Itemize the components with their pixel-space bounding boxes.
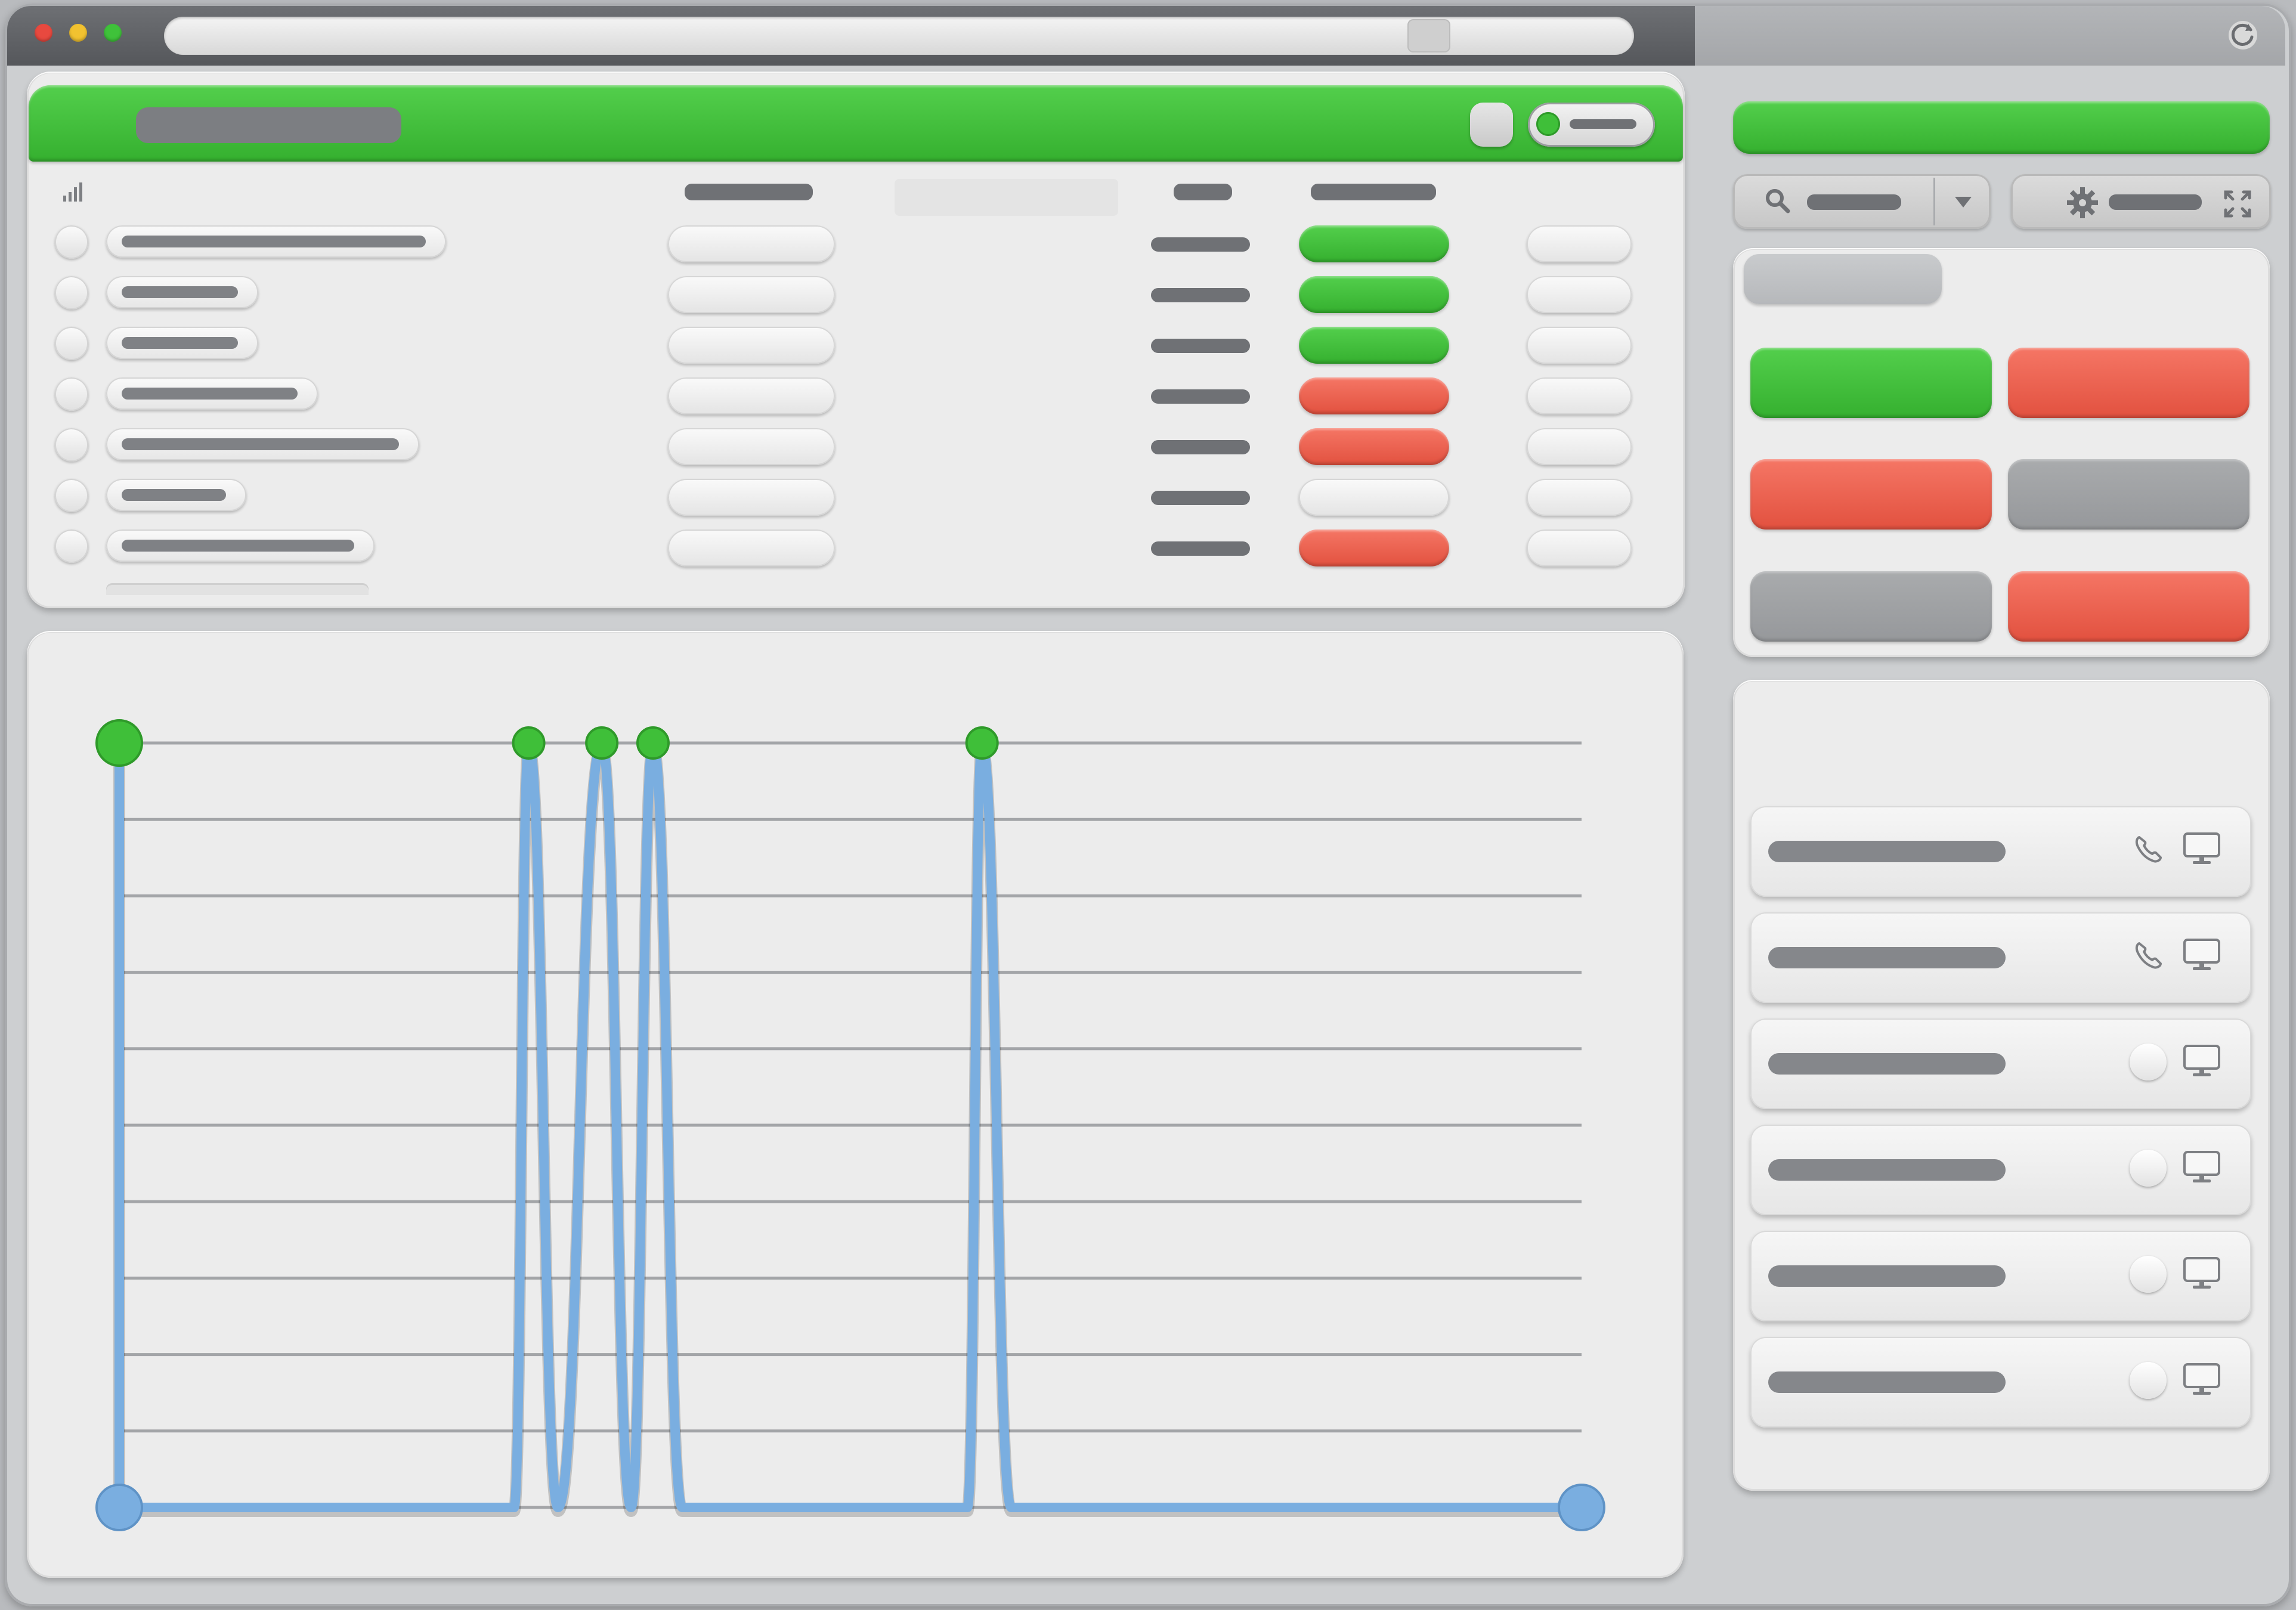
status-tile[interactable] [1750,348,1992,418]
device-name [1768,1159,2006,1181]
monitor-icon[interactable] [2181,1255,2223,1292]
chevron-down-icon[interactable] [1947,192,1980,212]
peak-marker[interactable] [512,726,546,760]
device-name [1768,1371,2006,1393]
settings-box[interactable] [2011,174,2271,229]
circle-icon[interactable] [2130,1362,2167,1399]
monitor-icon[interactable] [2181,1361,2223,1398]
circle-icon[interactable] [2130,1256,2167,1293]
monitor-icon[interactable] [2181,936,2223,973]
peak-marker[interactable] [585,726,619,760]
device-name [1768,1053,2006,1075]
gear-icon[interactable] [2065,185,2100,221]
device-name [1768,1265,2006,1287]
search-divider [1933,178,1935,225]
status-tile[interactable] [2008,571,2249,642]
status-card-title [1744,254,1942,304]
series-line-shadow [113,741,1582,1517]
device-name [1768,841,2006,862]
status-tile[interactable] [1750,571,1992,642]
circle-icon[interactable] [2130,1044,2167,1080]
device-name [1768,947,2006,968]
peak-marker[interactable] [95,719,143,767]
device-list-item[interactable] [1750,1125,2251,1215]
search-box[interactable] [1733,174,1991,229]
phone-icon[interactable] [2130,937,2167,974]
side-panel-header [1733,101,2270,154]
phone-icon[interactable] [2130,831,2167,868]
endpoint-marker[interactable] [1558,1484,1605,1531]
peak-marker[interactable] [965,726,999,760]
settings-label [2109,194,2202,210]
device-list-item[interactable] [1750,1337,2251,1428]
monitor-icon[interactable] [2181,1042,2223,1079]
status-tile[interactable] [1750,459,1992,530]
device-list-item[interactable] [1750,806,2251,897]
endpoint-marker[interactable] [95,1484,143,1531]
device-list-item[interactable] [1750,912,2251,1003]
monitor-icon[interactable] [2181,1148,2223,1185]
status-tile[interactable] [2008,348,2249,418]
device-list-item[interactable] [1750,1231,2251,1321]
peak-marker[interactable] [636,726,670,760]
monitor-icon[interactable] [2181,830,2223,867]
circle-icon[interactable] [2130,1150,2167,1187]
search-input-placeholder [1807,194,1901,210]
search-icon [1762,185,1795,218]
status-tile[interactable] [2008,459,2249,530]
device-list-item[interactable] [1750,1018,2251,1109]
expand-icon[interactable] [2221,187,2254,221]
